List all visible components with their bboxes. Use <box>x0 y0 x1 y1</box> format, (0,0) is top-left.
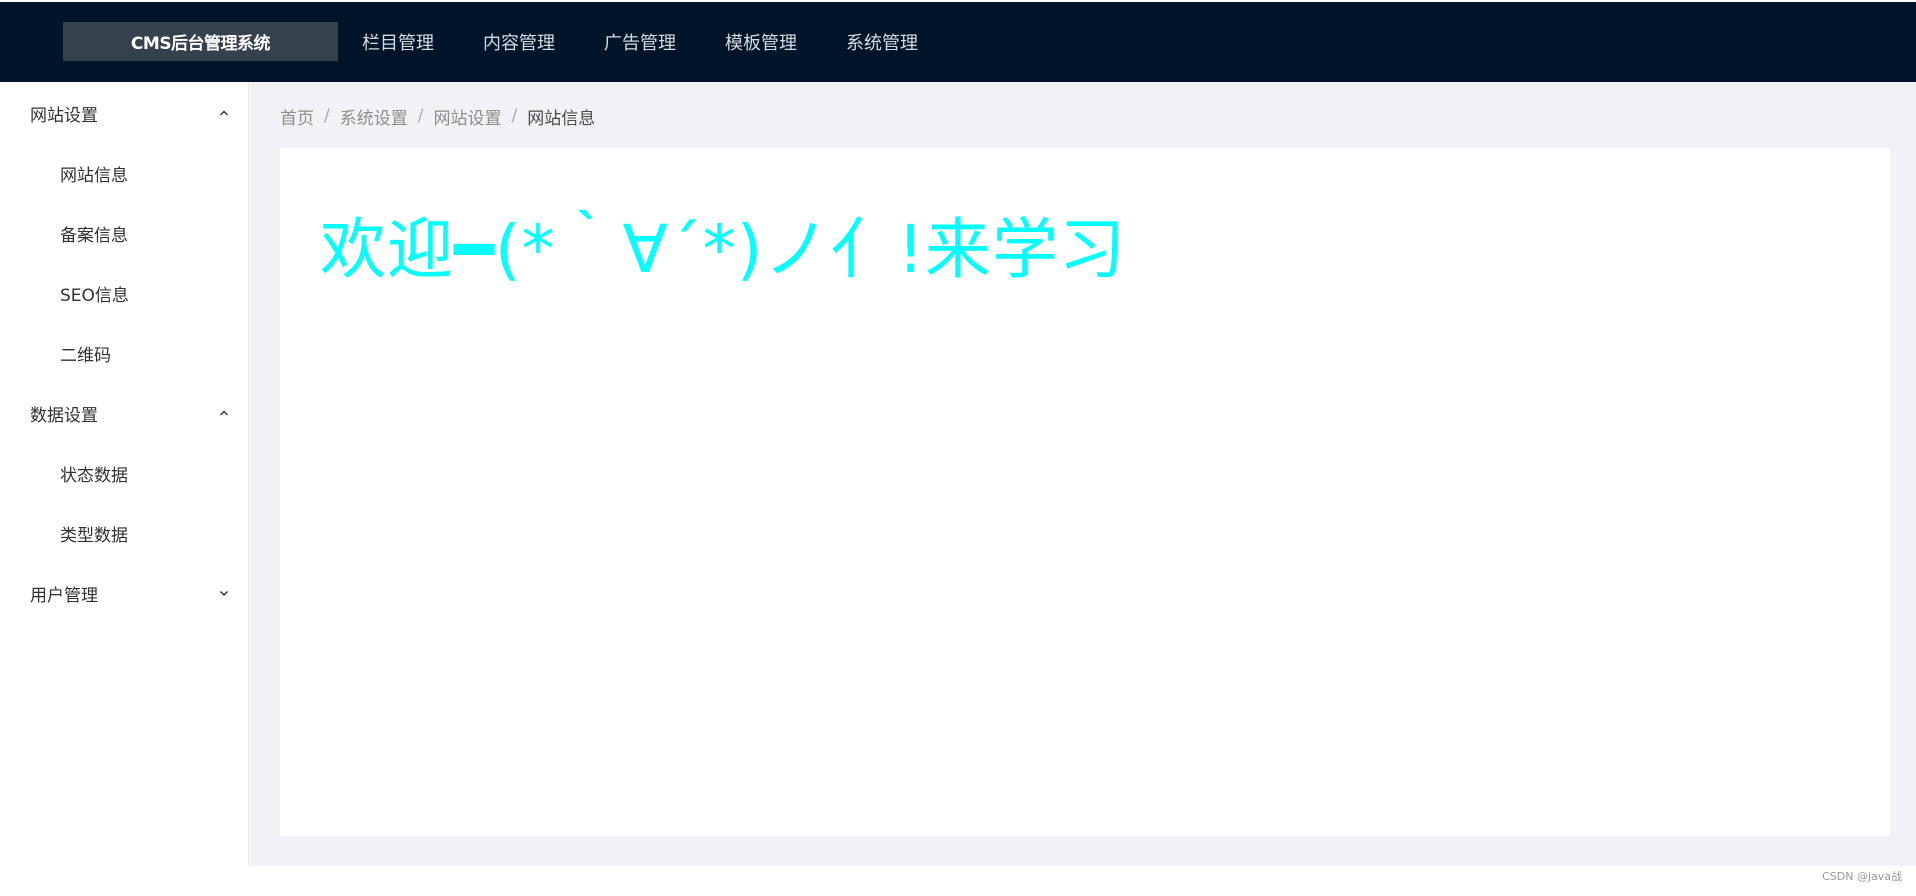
breadcrumb: 首页 / 系统设置 / 网站设置 / 网站信息 <box>280 104 596 129</box>
sidebar-item-site-info[interactable]: 网站信息 <box>60 153 128 193</box>
sidebar-item-type-data[interactable]: 类型数据 <box>60 513 128 553</box>
watermark: CSDN @java战 <box>1822 870 1902 883</box>
topnav-item-ads[interactable]: 广告管理 <box>604 29 676 55</box>
topnav-item-columns[interactable]: 栏目管理 <box>362 29 434 55</box>
chevron-up-icon <box>218 407 230 419</box>
sidebar-item-status-data[interactable]: 状态数据 <box>60 453 128 493</box>
topnav-item-templates[interactable]: 模板管理 <box>725 29 797 55</box>
main-area: 首页 / 系统设置 / 网站设置 / 网站信息 欢迎━(*｀∀´*)ノ亻!来学习 <box>250 82 1916 866</box>
sidebar-group-user-management[interactable]: 用户管理 <box>30 573 230 613</box>
sidebar-group-label: 用户管理 <box>30 585 98 606</box>
breadcrumb-item-site-settings[interactable]: 网站设置 <box>433 104 501 129</box>
breadcrumb-separator: / <box>417 106 424 126</box>
sidebar-group-label: 数据设置 <box>30 405 98 426</box>
breadcrumb-separator: / <box>511 106 518 126</box>
breadcrumb-item-home[interactable]: 首页 <box>280 104 314 129</box>
top-header: CMS后台管理系统 栏目管理 内容管理 广告管理 模板管理 系统管理 <box>0 2 1916 82</box>
breadcrumb-separator: / <box>324 106 330 126</box>
chevron-up-icon <box>218 107 230 119</box>
app-logo[interactable]: CMS后台管理系统 <box>63 22 338 61</box>
sidebar-group-data-settings[interactable]: 数据设置 <box>30 393 230 433</box>
chevron-down-icon <box>218 587 230 599</box>
top-nav: 栏目管理 内容管理 广告管理 模板管理 系统管理 <box>362 2 967 82</box>
topnav-item-system[interactable]: 系统管理 <box>846 29 918 55</box>
sidebar-item-qrcode[interactable]: 二维码 <box>60 333 111 373</box>
welcome-message: 欢迎━(*｀∀´*)ノ亻!来学习 <box>320 211 1126 288</box>
sidebar-group-site-settings[interactable]: 网站设置 <box>30 93 230 133</box>
topnav-item-content[interactable]: 内容管理 <box>483 29 555 55</box>
breadcrumb-item-current: 网站信息 <box>527 108 596 129</box>
sidebar-group-label: 网站设置 <box>30 105 98 126</box>
breadcrumb-item-system-settings[interactable]: 系统设置 <box>340 104 408 129</box>
sidebar-item-seo-info[interactable]: SEO信息 <box>60 273 129 313</box>
content-card: 欢迎━(*｀∀´*)ノ亻!来学习 <box>280 148 1890 836</box>
sidebar-item-icp-info[interactable]: 备案信息 <box>60 213 128 253</box>
sidebar: 网站设置 网站信息 备案信息 SEO信息 二维码 数据设置 状态数据 类型数据 … <box>0 82 249 866</box>
